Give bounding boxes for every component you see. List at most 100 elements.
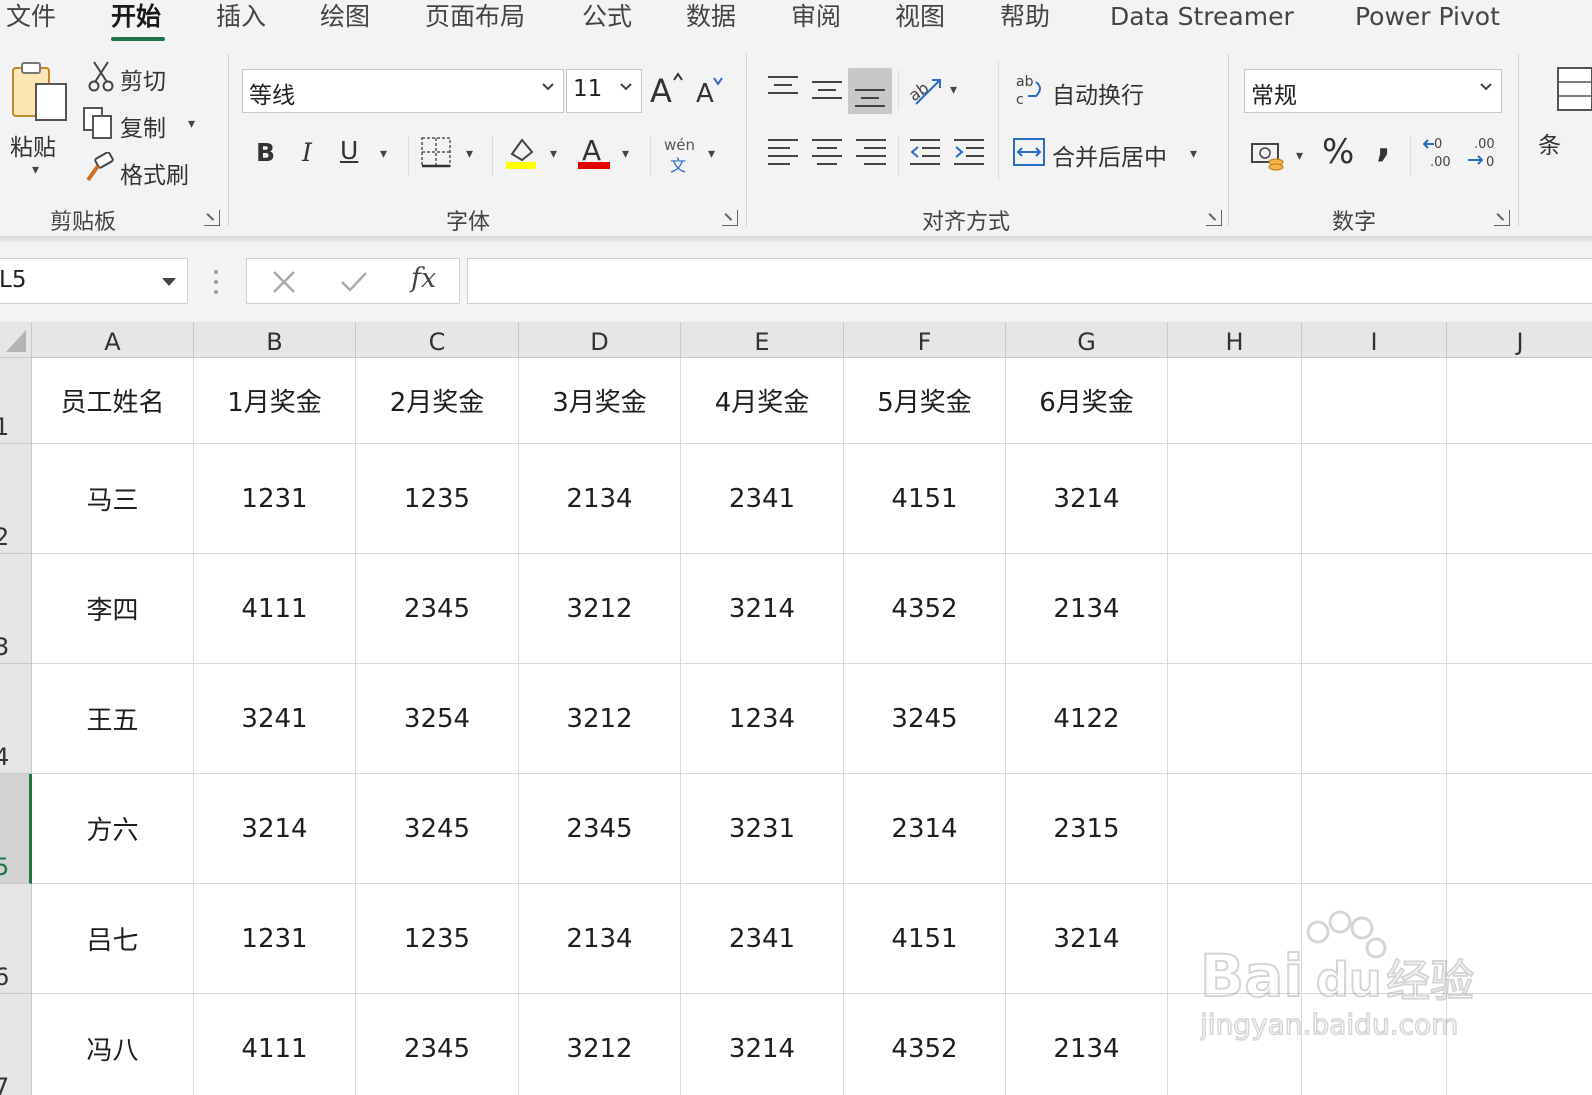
cell-h5[interactable] bbox=[1168, 774, 1302, 884]
tab-draw[interactable]: 绘图 bbox=[320, 0, 370, 34]
select-all-button[interactable] bbox=[0, 322, 32, 358]
column-header-e[interactable]: E bbox=[681, 322, 844, 358]
number-launcher-icon[interactable] bbox=[1494, 210, 1510, 226]
phonetic-guide-button[interactable]: wén 文 bbox=[662, 136, 702, 176]
cell-a5[interactable]: 方六 bbox=[32, 774, 194, 884]
column-header-c[interactable]: C bbox=[356, 322, 519, 358]
fill-color-dropdown-icon[interactable]: ▾ bbox=[550, 146, 557, 162]
tab-review[interactable]: 审阅 bbox=[791, 0, 841, 34]
tab-page-layout[interactable]: 页面布局 bbox=[425, 0, 525, 34]
row-header-4[interactable]: 4 bbox=[0, 664, 32, 774]
align-bottom-button[interactable] bbox=[848, 68, 892, 114]
cell-c1[interactable]: 2月奖金 bbox=[356, 358, 519, 444]
cell-c4[interactable]: 3254 bbox=[356, 664, 519, 774]
align-right-icon[interactable] bbox=[854, 136, 888, 170]
font-family-select[interactable]: 等线 bbox=[242, 69, 564, 113]
cell-j5[interactable] bbox=[1447, 774, 1592, 884]
insert-function-button[interactable]: fx bbox=[411, 263, 436, 294]
borders-dropdown-icon[interactable]: ▾ bbox=[466, 146, 473, 162]
font-launcher-icon[interactable] bbox=[722, 210, 738, 226]
column-header-b[interactable]: B bbox=[194, 322, 356, 358]
cell-b5[interactable]: 3214 bbox=[194, 774, 356, 884]
copy-dropdown-icon[interactable]: ▾ bbox=[188, 116, 195, 132]
underline-button[interactable]: U bbox=[340, 136, 358, 165]
cell-f1[interactable]: 5月奖金 bbox=[844, 358, 1006, 444]
format-painter-button[interactable]: 格式刷 bbox=[120, 156, 189, 190]
cell-g4[interactable]: 4122 bbox=[1006, 664, 1168, 774]
paste-dropdown-icon[interactable]: ▾ bbox=[32, 162, 39, 178]
cell-a3[interactable]: 李四 bbox=[32, 554, 194, 664]
font-color-icon[interactable]: A bbox=[578, 134, 612, 170]
column-header-g[interactable]: G bbox=[1006, 322, 1168, 358]
orientation-dropdown-icon[interactable]: ▾ bbox=[950, 82, 957, 98]
merge-center-dropdown-icon[interactable]: ▾ bbox=[1190, 146, 1197, 162]
cell-i3[interactable] bbox=[1302, 554, 1447, 664]
cell-c2[interactable]: 1235 bbox=[356, 444, 519, 554]
clipboard-launcher-icon[interactable] bbox=[204, 210, 220, 226]
cell-i5[interactable] bbox=[1302, 774, 1447, 884]
cell-f3[interactable]: 4352 bbox=[844, 554, 1006, 664]
tab-data[interactable]: 数据 bbox=[686, 0, 736, 34]
percent-style-button[interactable]: % bbox=[1322, 132, 1354, 172]
cut-button[interactable]: 剪切 bbox=[120, 62, 166, 96]
font-size-select[interactable]: 11 bbox=[566, 69, 642, 113]
increase-indent-icon[interactable] bbox=[952, 136, 986, 170]
bold-button[interactable]: B bbox=[256, 138, 275, 167]
column-header-h[interactable]: H bbox=[1168, 322, 1302, 358]
cell-g1[interactable]: 6月奖金 bbox=[1006, 358, 1168, 444]
cell-e5[interactable]: 3231 bbox=[681, 774, 844, 884]
cell-e3[interactable]: 3214 bbox=[681, 554, 844, 664]
orientation-icon[interactable]: ab bbox=[906, 72, 946, 108]
cell-e2[interactable]: 2341 bbox=[681, 444, 844, 554]
cell-e6[interactable]: 2341 bbox=[681, 884, 844, 994]
cell-d7[interactable]: 3212 bbox=[519, 994, 681, 1095]
tab-data-streamer[interactable]: Data Streamer bbox=[1110, 0, 1294, 34]
row-header-6[interactable]: 6 bbox=[0, 884, 32, 994]
borders-icon[interactable] bbox=[420, 136, 452, 168]
cell-j2[interactable] bbox=[1447, 444, 1592, 554]
row-header-3[interactable]: 3 bbox=[0, 554, 32, 664]
font-color-dropdown-icon[interactable]: ▾ bbox=[622, 146, 629, 162]
cell-f5[interactable]: 2314 bbox=[844, 774, 1006, 884]
cell-f4[interactable]: 3245 bbox=[844, 664, 1006, 774]
enter-check-icon[interactable] bbox=[339, 269, 369, 295]
drag-handle-icon[interactable] bbox=[212, 268, 220, 296]
cell-i2[interactable] bbox=[1302, 444, 1447, 554]
cell-c7[interactable]: 2345 bbox=[356, 994, 519, 1095]
tab-insert[interactable]: 插入 bbox=[216, 0, 266, 34]
cell-f6[interactable]: 4151 bbox=[844, 884, 1006, 994]
cell-e4[interactable]: 1234 bbox=[681, 664, 844, 774]
conditional-formatting-icon[interactable] bbox=[1556, 66, 1592, 112]
cell-b2[interactable]: 1231 bbox=[194, 444, 356, 554]
increase-decimal-icon[interactable]: 0 .00 bbox=[1420, 134, 1456, 170]
row-header-7[interactable]: 7 bbox=[0, 994, 32, 1095]
paste-button[interactable]: 粘贴 ▾ bbox=[6, 58, 72, 186]
cell-d2[interactable]: 2134 bbox=[519, 444, 681, 554]
align-left-icon[interactable] bbox=[766, 136, 800, 170]
tab-file[interactable]: 文件 bbox=[6, 0, 56, 34]
cell-h4[interactable] bbox=[1168, 664, 1302, 774]
accounting-format-icon[interactable] bbox=[1250, 140, 1286, 172]
cell-a4[interactable]: 王五 bbox=[32, 664, 194, 774]
align-middle-icon[interactable] bbox=[810, 78, 844, 106]
column-header-d[interactable]: D bbox=[519, 322, 681, 358]
cell-e1[interactable]: 4月奖金 bbox=[681, 358, 844, 444]
cell-f7[interactable]: 4352 bbox=[844, 994, 1006, 1095]
copy-button[interactable]: 复制 bbox=[120, 109, 166, 143]
row-header-1[interactable]: 1 bbox=[0, 358, 32, 444]
cell-e7[interactable]: 3214 bbox=[681, 994, 844, 1095]
cell-c5[interactable]: 3245 bbox=[356, 774, 519, 884]
column-header-j[interactable]: J bbox=[1447, 322, 1592, 358]
tab-formulas[interactable]: 公式 bbox=[582, 0, 632, 34]
row-header-5[interactable]: 5 bbox=[0, 774, 32, 884]
cell-b4[interactable]: 3241 bbox=[194, 664, 356, 774]
cell-j1[interactable] bbox=[1447, 358, 1592, 444]
comma-style-button[interactable]: , bbox=[1376, 120, 1391, 166]
number-format-select[interactable]: 常规 bbox=[1244, 69, 1502, 113]
cell-d6[interactable]: 2134 bbox=[519, 884, 681, 994]
cell-d1[interactable]: 3月奖金 bbox=[519, 358, 681, 444]
cell-c6[interactable]: 1235 bbox=[356, 884, 519, 994]
cell-a1[interactable]: 员工姓名 bbox=[32, 358, 194, 444]
cell-d3[interactable]: 3212 bbox=[519, 554, 681, 664]
tab-help[interactable]: 帮助 bbox=[1000, 0, 1050, 34]
